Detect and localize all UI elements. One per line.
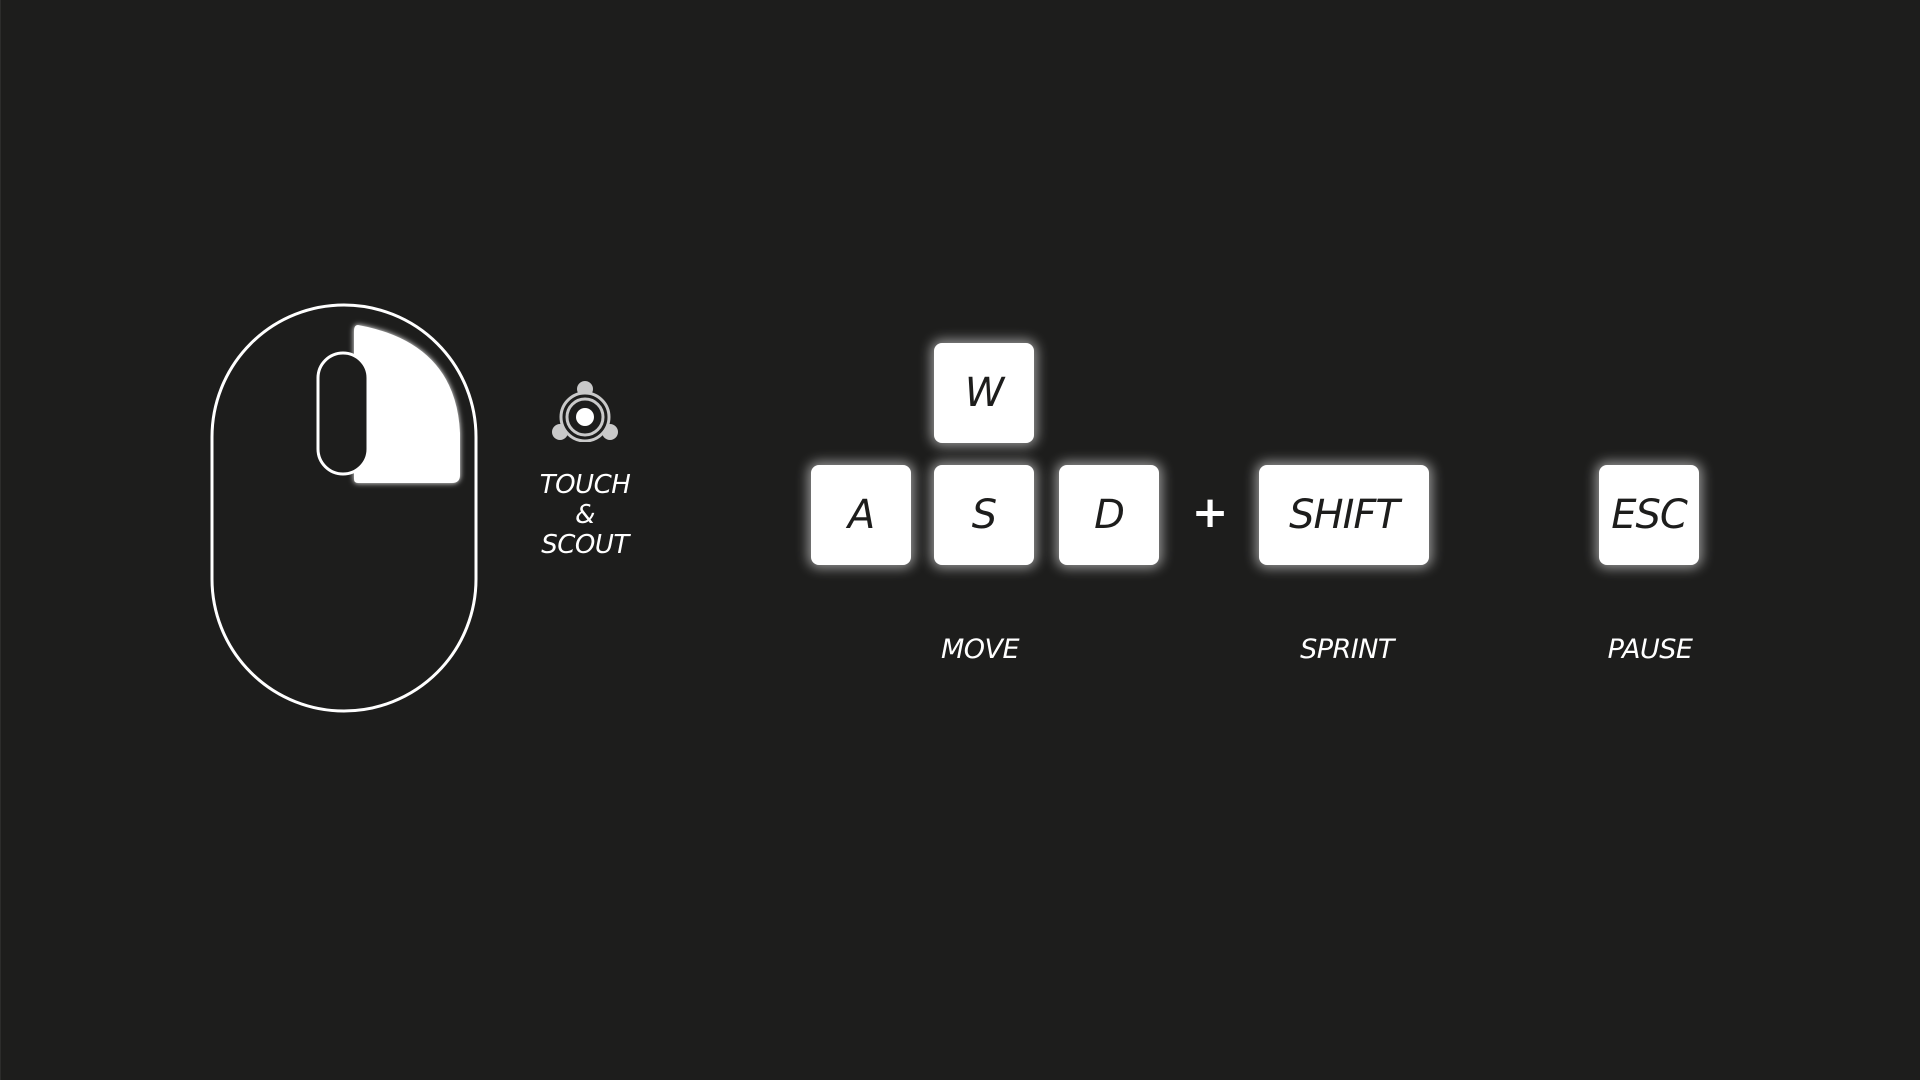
key-a: A [811, 465, 911, 565]
move-label: MOVE [940, 634, 1020, 665]
scout-icon [549, 380, 621, 443]
scout-label-line-2: & [575, 500, 595, 530]
mouse-icon [210, 303, 478, 713]
key-d: D [1059, 465, 1159, 565]
sprint-label: SPRINT [1300, 634, 1394, 665]
key-esc: ESC [1599, 465, 1699, 565]
scout-label-line-1: TOUCH [539, 470, 631, 500]
left-edge-divider [0, 0, 1, 1080]
scout-label-line-3: SCOUT [541, 530, 629, 560]
key-shift: SHIFT [1259, 465, 1429, 565]
plus-sign: + [1191, 487, 1229, 538]
touch-scout-label: TOUCH & SCOUT [515, 470, 655, 560]
pause-label: PAUSE [1607, 634, 1693, 665]
key-s: S [934, 465, 1034, 565]
key-w: W [934, 343, 1034, 443]
